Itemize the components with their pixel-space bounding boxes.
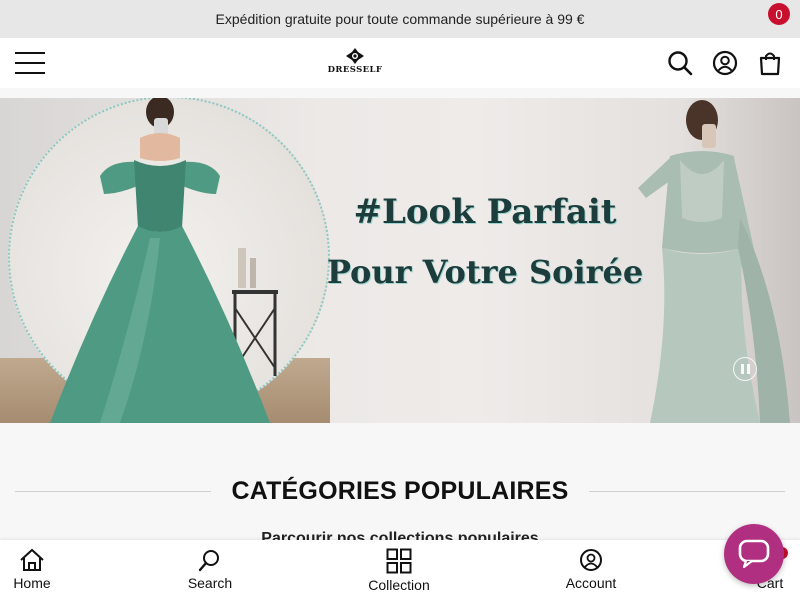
announcement-text: Expédition gratuite pour toute commande … [215,11,585,27]
home-icon [20,548,44,571]
search-icon [198,550,219,572]
account-icon[interactable] [712,50,738,76]
banner-line-2: Pour Votre Soirée [326,253,644,291]
nav-label-collection: Collection [368,577,430,593]
nav-label-account: Account [565,575,617,591]
nav-item-collection[interactable]: Collection [359,548,439,593]
logo-mark-icon [346,48,364,64]
cart-icon[interactable] [757,50,783,76]
pause-icon [740,364,744,374]
heading-divider-right [588,490,785,492]
nav-item-search[interactable]: Search [170,548,250,591]
hero-banner[interactable]: #Look Parfait Pour Votre Soirée [0,98,800,423]
announcement-bar: Expédition gratuite pour toute commande … [0,0,800,38]
nav-item-account[interactable]: Account [551,548,631,591]
nav-label-search: Search [187,575,233,591]
slideshow-pause-button[interactable] [733,357,757,381]
section-heading: CATÉGORIES POPULAIRES [15,472,785,510]
site-header: DRESSELF [0,38,800,88]
section-title: CATÉGORIES POPULAIRES [231,476,569,505]
grid-icon [386,548,412,574]
menu-icon[interactable] [15,52,45,74]
chat-button[interactable] [724,524,784,584]
search-icon[interactable] [667,50,693,76]
banner-line-1: #Look Parfait [353,192,617,232]
bottom-nav: Home Search Collection Account Cart [0,540,800,600]
nav-item-home[interactable]: Home [0,548,72,591]
cart-count-badge: 0 [768,3,790,25]
logo[interactable]: DRESSELF [325,48,385,78]
model-green-ballgown-image [50,98,270,423]
logo-text: DRESSELF [327,65,383,75]
account-icon [580,549,602,571]
banner-headline: #Look Parfait Pour Votre Soirée [300,190,670,294]
nav-label-home: Home [13,575,51,591]
heading-divider-left [15,490,212,492]
chat-icon [738,539,770,569]
